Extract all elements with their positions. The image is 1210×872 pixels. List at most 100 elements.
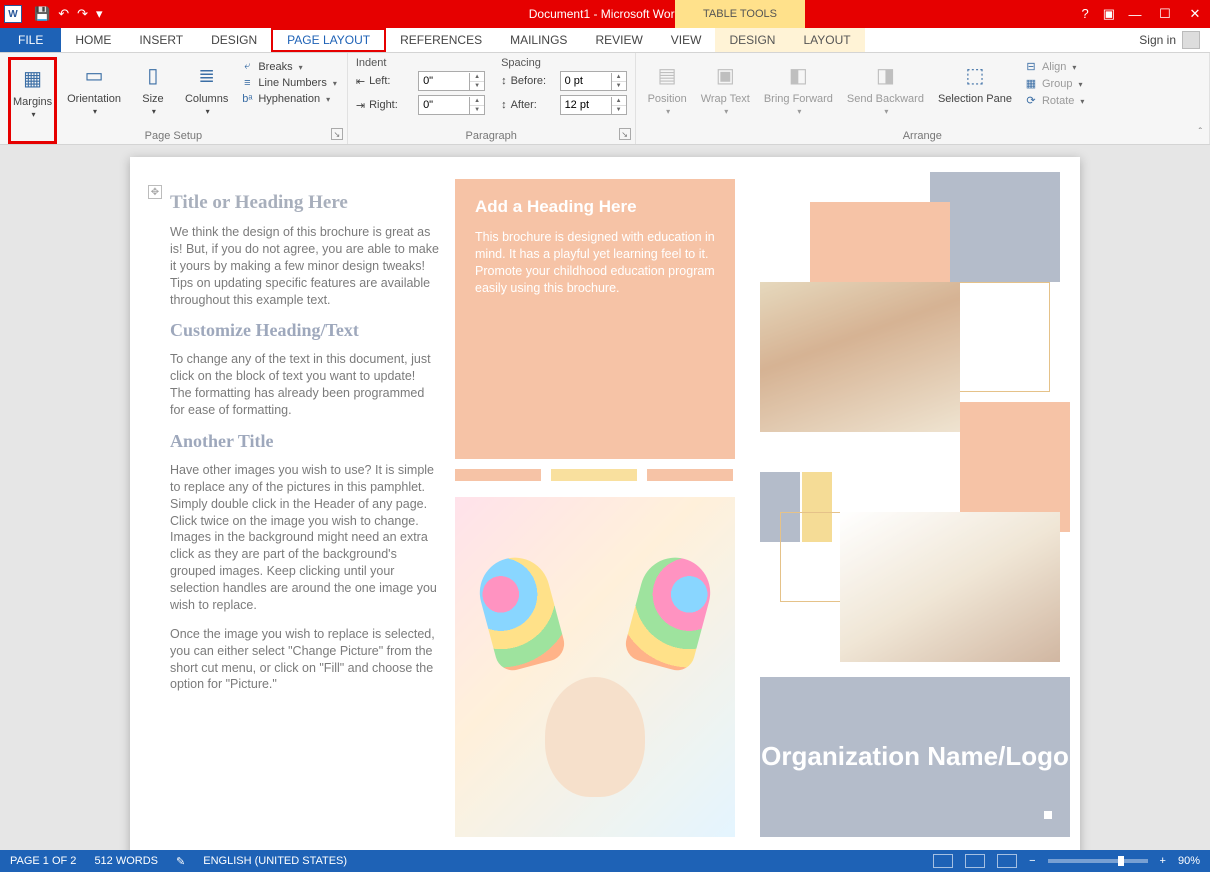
- indent-right-input[interactable]: ▲▼: [418, 95, 485, 115]
- zoom-slider[interactable]: [1048, 859, 1148, 863]
- tab-view[interactable]: VIEW: [657, 28, 716, 52]
- left-text-column[interactable]: Title or Heading Here We think the desig…: [170, 192, 440, 705]
- tab-mailings[interactable]: MAILINGS: [496, 28, 581, 52]
- status-words[interactable]: 512 WORDS: [94, 855, 158, 867]
- send-backward-icon: ◨: [869, 59, 901, 91]
- proofing-icon[interactable]: ✎: [176, 855, 185, 868]
- orange-text-box[interactable]: Add a Heading Here This brochure is desi…: [455, 179, 735, 459]
- ribbon: ▦ Margins ▭ Orientation ▯ Size ≣ Columns…: [0, 53, 1210, 145]
- ribbon-display-icon[interactable]: ▣: [1103, 6, 1115, 22]
- status-bar: PAGE 1 OF 2 512 WORDS ✎ ENGLISH (UNITED …: [0, 850, 1210, 872]
- columns-icon: ≣: [191, 59, 223, 91]
- indent-left-input[interactable]: ▲▼: [418, 71, 485, 91]
- tab-review[interactable]: REVIEW: [581, 28, 656, 52]
- zoom-level[interactable]: 90%: [1178, 855, 1200, 867]
- close-icon[interactable]: ✕: [1180, 0, 1210, 28]
- columns-label: Columns: [185, 93, 228, 105]
- minimize-icon[interactable]: —: [1120, 0, 1150, 28]
- zoom-in-icon[interactable]: +: [1160, 855, 1166, 867]
- word-app-icon: W: [4, 5, 22, 23]
- orange-heading[interactable]: Add a Heading Here: [475, 197, 715, 217]
- indent-left-label: Left:: [369, 75, 414, 87]
- title-bar: W 💾 ↶ ↷ ▾ Document1 - Microsoft Word TAB…: [0, 0, 1210, 28]
- zoom-out-icon[interactable]: −: [1029, 855, 1035, 867]
- print-layout-icon[interactable]: [965, 854, 985, 868]
- line-numbers-button[interactable]: ≡Line Numbers: [238, 76, 339, 90]
- window-title: Document1 - Microsoft Word: [0, 7, 1210, 21]
- right-art-collage[interactable]: [750, 172, 1070, 672]
- margins-label: Margins: [13, 96, 52, 108]
- orange-paragraph[interactable]: This brochure is designed with education…: [475, 229, 715, 297]
- selection-pane-icon: ⬚: [959, 59, 991, 91]
- spacing-before-input[interactable]: ▲▼: [560, 71, 627, 91]
- save-icon[interactable]: 💾: [34, 6, 50, 22]
- doc-paragraph-2[interactable]: To change any of the text in this docume…: [170, 351, 440, 419]
- collapse-ribbon-icon[interactable]: ˆ: [1199, 127, 1202, 138]
- status-language[interactable]: ENGLISH (UNITED STATES): [203, 855, 347, 867]
- tab-page-layout[interactable]: PAGE LAYOUT: [271, 28, 386, 52]
- group-paragraph: Indent ⇤ Left: ▲▼ ⇥ Right: ▲▼ Spacing ↕ …: [348, 53, 636, 144]
- tab-table-layout[interactable]: LAYOUT: [789, 28, 864, 52]
- tab-home[interactable]: HOME: [61, 28, 125, 52]
- indent-left-icon: ⇤: [356, 75, 365, 88]
- document-area[interactable]: ✥ Title or Heading Here We think the des…: [0, 145, 1210, 850]
- table-move-handle-icon[interactable]: ✥: [148, 185, 162, 199]
- indent-right-label: Right:: [369, 99, 414, 111]
- doc-paragraph-1[interactable]: We think the design of this brochure is …: [170, 224, 440, 308]
- redo-icon[interactable]: ↷: [77, 6, 88, 22]
- child-image[interactable]: [455, 497, 735, 837]
- position-label: Position: [648, 93, 687, 105]
- sign-in[interactable]: Sign in: [1129, 28, 1210, 52]
- indent-heading: Indent: [356, 57, 485, 69]
- paragraph-dialog-launcher[interactable]: ↘: [619, 128, 631, 140]
- photo-drawing[interactable]: [840, 512, 1060, 662]
- rotate-button[interactable]: ⟳Rotate: [1022, 93, 1086, 108]
- sign-in-label: Sign in: [1139, 33, 1176, 47]
- read-mode-icon[interactable]: [933, 854, 953, 868]
- breaks-button[interactable]: ⤶ Breaks: [238, 59, 339, 74]
- doc-heading-2[interactable]: Customize Heading/Text: [170, 320, 440, 341]
- align-button[interactable]: ⊟Align: [1022, 59, 1086, 74]
- tab-references[interactable]: REFERENCES: [386, 28, 496, 52]
- breaks-label: Breaks: [258, 61, 292, 73]
- hyphenation-label: Hyphenation: [258, 93, 320, 105]
- contextual-tab-title: TABLE TOOLS: [675, 0, 805, 28]
- web-layout-icon[interactable]: [997, 854, 1017, 868]
- undo-icon[interactable]: ↶: [58, 6, 69, 22]
- help-icon[interactable]: ?: [1081, 6, 1088, 22]
- bring-forward-icon: ◧: [782, 59, 814, 91]
- orientation-label: Orientation: [67, 93, 121, 105]
- photo-crayons[interactable]: [760, 282, 960, 432]
- status-page[interactable]: PAGE 1 OF 2: [10, 855, 76, 867]
- page-setup-dialog-launcher[interactable]: ↘: [331, 128, 343, 140]
- page[interactable]: ✥ Title or Heading Here We think the des…: [130, 157, 1080, 850]
- orientation-icon: ▭: [78, 59, 110, 91]
- ribbon-tabs: FILE HOME INSERT DESIGN PAGE LAYOUT REFE…: [0, 28, 1210, 53]
- organization-text[interactable]: Organization Name/Logo: [761, 741, 1069, 772]
- doc-heading-1[interactable]: Title or Heading Here: [170, 192, 440, 214]
- group-label-paragraph: Paragraph: [348, 130, 635, 142]
- doc-paragraph-4[interactable]: Once the image you wish to replace is se…: [170, 626, 440, 694]
- tab-table-design[interactable]: DESIGN: [715, 28, 789, 52]
- margins-icon: ▦: [17, 62, 49, 94]
- organization-box[interactable]: Organization Name/Logo: [760, 677, 1070, 837]
- group-arrange: ▤Position ▣Wrap Text ◧Bring Forward ◨Sen…: [636, 53, 1210, 144]
- tab-design[interactable]: DESIGN: [197, 28, 271, 52]
- breaks-icon: ⤶: [240, 60, 254, 73]
- group-button[interactable]: ▦Group: [1022, 76, 1086, 91]
- spacing-heading: Spacing: [501, 57, 627, 69]
- spacing-after-label: After:: [511, 99, 556, 111]
- spacing-after-input[interactable]: ▲▼: [560, 95, 627, 115]
- doc-paragraph-3[interactable]: Have other images you wish to use? It is…: [170, 462, 440, 614]
- hyphenation-button[interactable]: bᵃHyphenation: [238, 92, 339, 106]
- maximize-icon[interactable]: ☐: [1150, 0, 1180, 28]
- doc-heading-3[interactable]: Another Title: [170, 431, 440, 452]
- wrap-text-icon: ▣: [709, 59, 741, 91]
- tab-file[interactable]: FILE: [0, 28, 61, 52]
- wrap-text-label: Wrap Text: [701, 93, 750, 105]
- align-icon: ⊟: [1024, 60, 1038, 73]
- qat-customize-icon[interactable]: ▾: [96, 6, 103, 22]
- group-icon: ▦: [1024, 77, 1038, 90]
- tab-insert[interactable]: INSERT: [125, 28, 197, 52]
- avatar-icon: [1182, 31, 1200, 49]
